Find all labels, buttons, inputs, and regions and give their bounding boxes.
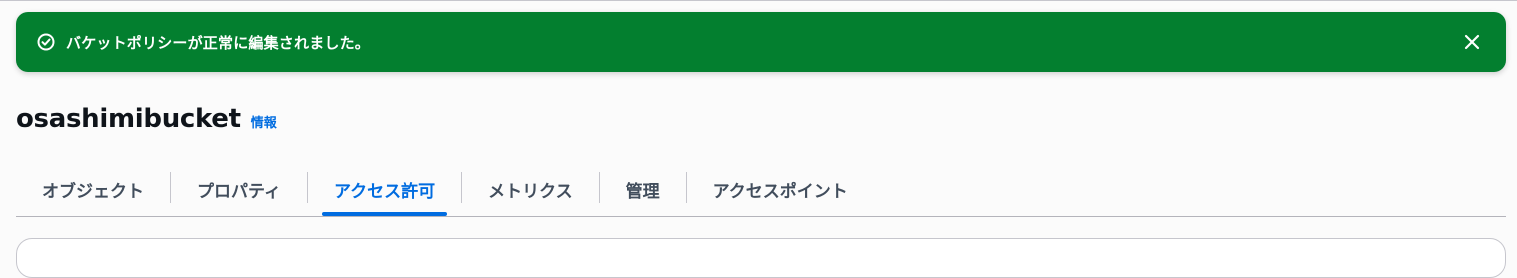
tab-access-points[interactable]: アクセスポイント <box>687 162 874 217</box>
tab-permissions[interactable]: アクセス許可 <box>308 162 461 217</box>
tab-objects[interactable]: オブジェクト <box>16 162 170 217</box>
tab-management[interactable]: 管理 <box>600 162 686 217</box>
flash-message: バケットポリシーが正常に編集されました。 <box>66 33 371 52</box>
tab-bar: オブジェクト プロパティ アクセス許可 メトリクス 管理 アクセスポイント <box>16 162 1506 217</box>
success-flashbar: バケットポリシーが正常に編集されました。 <box>16 12 1506 72</box>
tab-bar-underline <box>16 216 1506 217</box>
content-panel <box>16 238 1506 278</box>
page-header: osashimibucket 情報 <box>16 104 277 134</box>
page-title: osashimibucket <box>16 104 241 134</box>
tab-properties[interactable]: プロパティ <box>171 162 307 217</box>
info-link[interactable]: 情報 <box>251 112 277 131</box>
close-icon[interactable] <box>1460 30 1484 54</box>
check-circle-icon <box>36 32 56 52</box>
top-border <box>0 0 1517 1</box>
tab-metrics[interactable]: メトリクス <box>462 162 599 217</box>
